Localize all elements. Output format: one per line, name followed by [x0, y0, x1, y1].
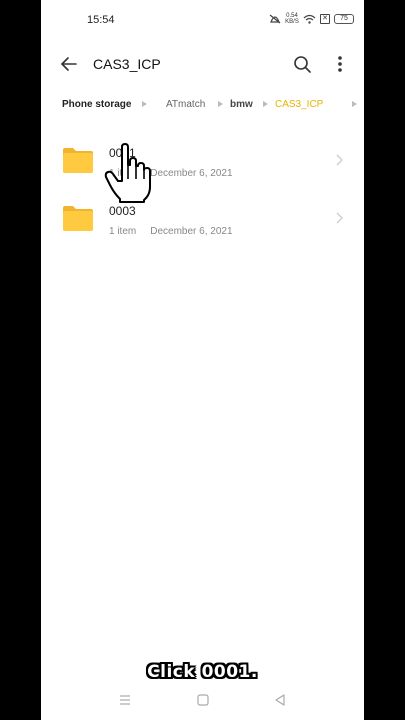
breadcrumb-phone-storage[interactable]: Phone storage — [62, 99, 131, 110]
search-icon[interactable] — [291, 53, 313, 75]
battery-icon: 75 — [334, 14, 354, 24]
breadcrumb-bmw[interactable]: bmw — [230, 99, 253, 110]
breadcrumb: Phone storage ATmatch bmw CAS3_ICP — [62, 98, 364, 114]
folder-meta: 1 item December 6, 2021 — [109, 168, 233, 179]
app-bar: CAS3_ICP — [41, 48, 364, 80]
wifi-icon — [303, 14, 316, 24]
breadcrumb-separator-icon — [263, 101, 268, 107]
nav-back-icon[interactable] — [274, 694, 286, 706]
page-title: CAS3_ICP — [93, 56, 161, 72]
folder-icon — [63, 148, 93, 173]
home-icon[interactable] — [197, 694, 209, 706]
breadcrumb-separator-icon — [142, 101, 147, 107]
recent-apps-icon[interactable] — [119, 694, 131, 706]
phone-screen: 15:54 0.54 KB/S ✕ 75 CAS3_ICP Phone stor… — [41, 0, 364, 720]
back-arrow-icon[interactable] — [57, 52, 81, 76]
folder-name: 0001 — [109, 146, 136, 160]
status-bar: 15:54 0.54 KB/S ✕ 75 — [41, 0, 364, 40]
folder-date: December 6, 2021 — [150, 226, 233, 237]
folder-date: December 6, 2021 — [150, 168, 233, 179]
dnd-icon — [269, 14, 281, 24]
folder-item-count: 1 item — [109, 226, 137, 237]
more-options-icon[interactable] — [331, 53, 349, 75]
folder-item-count: 1 item — [109, 168, 137, 179]
chevron-right-icon — [336, 154, 343, 166]
status-time: 15:54 — [87, 14, 115, 26]
video-caption: Click 0001. — [147, 662, 258, 682]
breadcrumb-atmatch[interactable]: ATmatch — [166, 99, 205, 110]
system-nav-bar — [41, 690, 364, 712]
network-speed-unit: KB/S — [285, 19, 299, 25]
breadcrumb-cas3-icp[interactable]: CAS3_ICP — [275, 99, 323, 110]
folder-meta: 1 item December 6, 2021 — [109, 226, 233, 237]
folder-row[interactable]: 0001 1 item December 6, 2021 — [41, 138, 364, 188]
status-icons: 0.54 KB/S ✕ 75 — [269, 13, 354, 25]
folder-row[interactable]: 0003 1 item December 6, 2021 — [41, 196, 364, 246]
no-sim-icon: ✕ — [320, 14, 330, 24]
breadcrumb-separator-icon — [352, 101, 357, 107]
breadcrumb-separator-icon — [218, 101, 223, 107]
folder-name: 0003 — [109, 204, 136, 218]
folder-icon — [63, 206, 93, 231]
network-speed: 0.54 KB/S — [285, 13, 299, 25]
chevron-right-icon — [336, 212, 343, 224]
